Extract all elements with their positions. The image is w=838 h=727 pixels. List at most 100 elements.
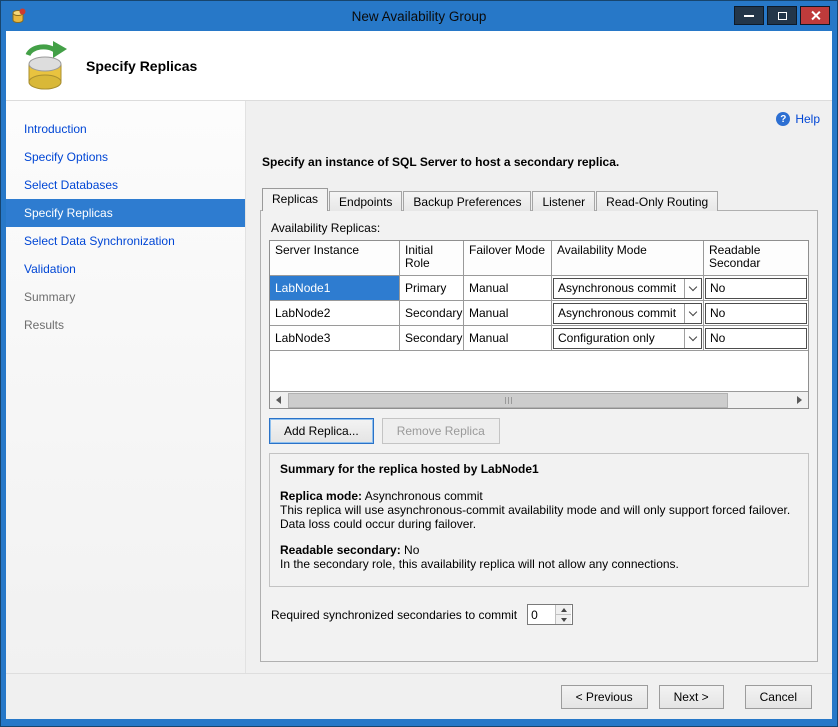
page-title: Specify Replicas xyxy=(86,58,197,74)
availability-group-wizard-icon xyxy=(20,39,70,93)
cell-initial-role[interactable]: Secondary xyxy=(400,326,464,350)
chevron-down-icon[interactable] xyxy=(684,304,701,323)
availability-mode-dropdown[interactable]: Configuration only xyxy=(553,328,702,349)
cell-availability-mode: Asynchronous commit xyxy=(552,276,704,300)
wizard-body: Introduction Specify Options Select Data… xyxy=(6,101,832,673)
readable-secondary-value: No xyxy=(401,543,420,557)
sidebar-item-specify-replicas[interactable]: Specify Replicas xyxy=(6,199,245,227)
table-row-labnode2: LabNode2 Secondary Manual Asynchronous c… xyxy=(270,301,808,326)
readable-secondary-line: Readable secondary: No xyxy=(280,543,798,557)
sidebar-item-specify-options[interactable]: Specify Options xyxy=(6,143,245,171)
grid-header: Server Instance Initial Role Failover Mo… xyxy=(270,241,808,276)
caption-buttons xyxy=(734,6,830,25)
readable-secondary-dropdown[interactable]: No xyxy=(705,328,807,349)
chevron-down-icon[interactable] xyxy=(684,279,701,298)
stepper-up-button[interactable] xyxy=(556,605,571,615)
help-link[interactable]: Help xyxy=(795,112,820,126)
help-row: ? Help xyxy=(258,111,820,127)
cell-failover-mode[interactable]: Manual xyxy=(464,326,552,350)
cell-availability-mode: Configuration only xyxy=(552,326,704,350)
close-button[interactable] xyxy=(800,6,830,25)
replicas-tab-panel: Availability Replicas: Server Instance I… xyxy=(260,210,818,662)
tab-read-only-routing[interactable]: Read-Only Routing xyxy=(596,191,718,211)
scroll-right-icon xyxy=(797,396,802,404)
availability-mode-dropdown[interactable]: Asynchronous commit xyxy=(553,278,702,299)
window-title: New Availability Group xyxy=(1,9,837,24)
scroll-right-button[interactable] xyxy=(791,392,808,408)
tab-replicas[interactable]: Replicas xyxy=(262,188,328,211)
cell-availability-mode: Asynchronous commit xyxy=(552,301,704,325)
dropdown-value: Asynchronous commit xyxy=(554,304,684,323)
minimize-button[interactable] xyxy=(734,6,764,25)
tab-endpoints[interactable]: Endpoints xyxy=(329,191,402,211)
cell-initial-role[interactable]: Primary xyxy=(400,276,464,300)
availability-mode-dropdown[interactable]: Asynchronous commit xyxy=(553,303,702,324)
minimize-icon xyxy=(744,15,754,17)
cell-server-instance[interactable]: LabNode3 xyxy=(270,326,400,350)
wizard-steps-sidebar: Introduction Specify Options Select Data… xyxy=(6,101,246,673)
required-secondaries-stepper xyxy=(527,604,573,625)
availability-replicas-label: Availability Replicas: xyxy=(271,221,809,235)
dropdown-value: Configuration only xyxy=(554,329,684,348)
chevron-down-icon[interactable] xyxy=(684,329,701,348)
table-row-labnode3: LabNode3 Secondary Manual Configuration … xyxy=(270,326,808,351)
readable-secondary-description: In the secondary role, this availability… xyxy=(280,557,798,571)
title-bar: New Availability Group xyxy=(1,1,837,31)
up-arrow-icon xyxy=(561,608,567,612)
required-secondaries-input[interactable] xyxy=(528,605,555,624)
next-button[interactable]: Next > xyxy=(659,685,724,709)
cell-server-instance[interactable]: LabNode1 xyxy=(270,276,400,300)
remove-replica-button[interactable]: Remove Replica xyxy=(382,418,500,444)
readable-secondary-dropdown[interactable]: No xyxy=(705,303,807,324)
summary-title: Summary for the replica hosted by LabNod… xyxy=(280,462,798,476)
sidebar-item-select-databases[interactable]: Select Databases xyxy=(6,171,245,199)
instruction-text: Specify an instance of SQL Server to hos… xyxy=(262,155,820,169)
column-header-readable-secondary[interactable]: Readable Secondar xyxy=(704,241,808,275)
wizard-footer: < Previous Next > Cancel xyxy=(6,673,832,719)
required-secondaries-row: Required synchronized secondaries to com… xyxy=(271,604,809,625)
tab-listener[interactable]: Listener xyxy=(532,191,595,211)
sidebar-item-introduction[interactable]: Introduction xyxy=(6,115,245,143)
tab-backup-preferences[interactable]: Backup Preferences xyxy=(403,191,531,211)
add-replica-button[interactable]: Add Replica... xyxy=(269,418,374,444)
column-header-server-instance[interactable]: Server Instance xyxy=(270,241,400,275)
scroll-left-button[interactable] xyxy=(270,392,287,408)
stepper-buttons xyxy=(555,605,571,624)
sidebar-item-validation[interactable]: Validation xyxy=(6,255,245,283)
main-panel: ? Help Specify an instance of SQL Server… xyxy=(246,101,832,673)
window-icon xyxy=(9,7,27,25)
replica-mode-description: This replica will use asynchronous-commi… xyxy=(280,503,798,531)
column-header-initial-role[interactable]: Initial Role xyxy=(400,241,464,275)
cell-readable-secondary: No xyxy=(704,326,808,350)
cell-readable-secondary: No xyxy=(704,276,808,300)
cancel-button[interactable]: Cancel xyxy=(745,685,812,709)
grid-empty-area xyxy=(270,351,808,391)
scrollbar-thumb[interactable] xyxy=(288,393,728,408)
previous-button[interactable]: < Previous xyxy=(561,685,648,709)
close-icon xyxy=(810,10,821,21)
new-availability-group-window: New Availability Group xyxy=(0,0,838,727)
cell-initial-role[interactable]: Secondary xyxy=(400,301,464,325)
sidebar-item-select-data-synchronization[interactable]: Select Data Synchronization xyxy=(6,227,245,255)
cell-readable-secondary: No xyxy=(704,301,808,325)
cell-server-instance[interactable]: LabNode2 xyxy=(270,301,400,325)
cell-failover-mode[interactable]: Manual xyxy=(464,301,552,325)
stepper-down-button[interactable] xyxy=(556,615,571,624)
required-secondaries-label: Required synchronized secondaries to com… xyxy=(271,608,517,622)
column-header-availability-mode[interactable]: Availability Mode xyxy=(552,241,704,275)
cell-failover-mode[interactable]: Manual xyxy=(464,276,552,300)
column-header-failover-mode[interactable]: Failover Mode xyxy=(464,241,552,275)
horizontal-scrollbar[interactable] xyxy=(270,391,808,408)
dropdown-value: Asynchronous commit xyxy=(554,279,684,298)
table-row-labnode1: LabNode1 Primary Manual Asynchronous com… xyxy=(270,276,808,301)
maximize-button[interactable] xyxy=(767,6,797,25)
down-arrow-icon xyxy=(561,618,567,622)
readable-secondary-dropdown[interactable]: No xyxy=(705,278,807,299)
replicas-grid: Server Instance Initial Role Failover Mo… xyxy=(269,240,809,409)
sidebar-item-results: Results xyxy=(6,311,245,339)
help-icon[interactable]: ? xyxy=(776,112,790,126)
sidebar-item-summary: Summary xyxy=(6,283,245,311)
replica-mode-value: Asynchronous commit xyxy=(362,489,483,503)
tab-strip: Replicas Endpoints Backup Preferences Li… xyxy=(262,189,820,211)
replica-summary-panel: Summary for the replica hosted by LabNod… xyxy=(269,453,809,587)
